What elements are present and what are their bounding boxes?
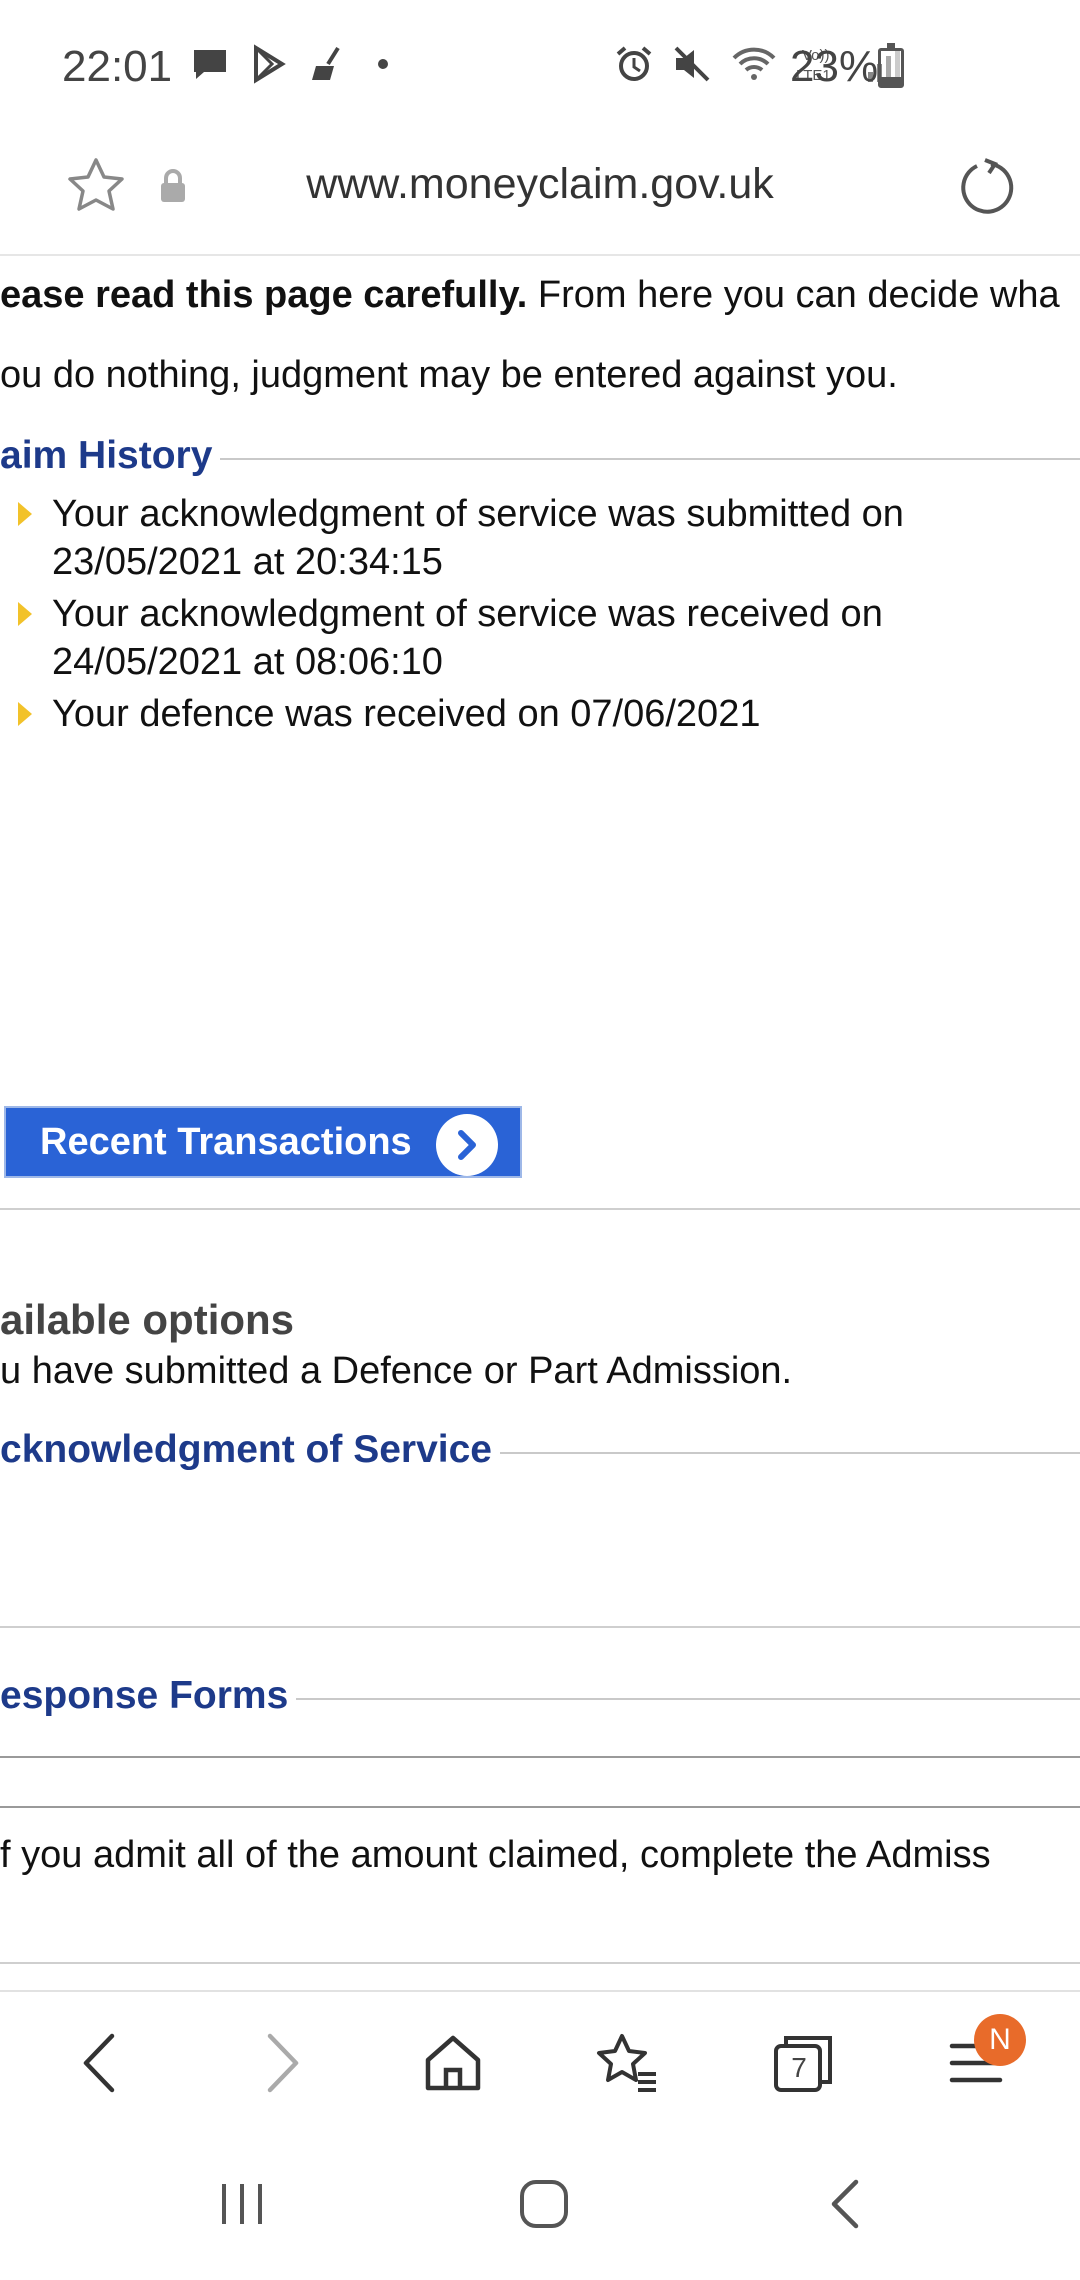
alarm-icon <box>614 44 654 84</box>
tabs-button[interactable]: 7 <box>770 2030 836 2101</box>
bullet-arrow-icon <box>18 602 32 626</box>
forward-button[interactable] <box>256 2030 306 2101</box>
web-content: ease read this page carefully. From here… <box>0 256 1080 1990</box>
intro-bold-text: ease read this page carefully. <box>0 274 528 316</box>
intro-line-1: ease read this page carefully. From here… <box>0 274 1060 317</box>
back-button[interactable] <box>76 2030 126 2101</box>
recent-transactions-button[interactable]: Recent Transactions <box>4 1106 522 1178</box>
response-forms-heading[interactable]: esponse Forms <box>0 1674 1080 1718</box>
intro-rest-text: From here you can decide wha <box>527 274 1060 316</box>
admit-instructions: f you admit all of the amount claimed, c… <box>0 1834 991 1876</box>
battery-icon <box>878 43 904 88</box>
battery-percent: 23% <box>790 42 879 91</box>
heading-rule <box>220 458 1080 460</box>
claim-history-title: aim History <box>0 434 213 477</box>
tab-count: 7 <box>791 2052 807 2083</box>
home-button[interactable] <box>420 2030 486 2101</box>
heading-rule <box>296 1698 1080 1700</box>
available-options-subtitle: u have submitted a Defence or Part Admis… <box>0 1350 793 1392</box>
divider <box>0 1962 1080 1964</box>
home-nav-button[interactable] <box>516 2176 572 2237</box>
url-text[interactable]: www.moneyclaim.gov.uk <box>0 160 1080 209</box>
claim-history-heading[interactable]: aim History <box>0 434 1080 478</box>
divider <box>0 1208 1080 1210</box>
reload-icon[interactable] <box>955 154 1015 223</box>
history-line: Your acknowledgment of service was recei… <box>52 593 883 635</box>
status-bar: 22:01 Vo)) LTE1 23% <box>0 0 1080 140</box>
available-options-title: ailable options <box>0 1296 295 1343</box>
history-line: Your acknowledgment of service was submi… <box>52 493 904 535</box>
chevron-right-icon <box>436 1114 498 1176</box>
back-nav-button[interactable] <box>820 2176 876 2237</box>
history-date: 23/05/2021 at 20:34:15 <box>52 541 443 583</box>
mute-icon <box>672 44 712 84</box>
browser-toolbar: 7 N <box>0 1990 1080 2140</box>
status-time: 22:01 <box>62 42 173 91</box>
notification-badge: N <box>974 2014 1026 2066</box>
broom-icon <box>308 44 348 84</box>
recent-apps-button[interactable] <box>214 2176 270 2237</box>
bullet-arrow-icon <box>18 702 32 726</box>
play-store-icon <box>250 44 288 84</box>
divider <box>0 1626 1080 1628</box>
recent-transactions-label: Recent Transactions <box>40 1120 412 1163</box>
ack-of-service-heading[interactable]: cknowledgment of Service <box>0 1428 1080 1472</box>
wifi-icon <box>730 44 778 84</box>
heading-rule <box>499 1452 1080 1454</box>
divider <box>0 1806 1080 1808</box>
bullet-arrow-icon <box>18 502 32 526</box>
bookmarks-button[interactable] <box>592 2030 662 2101</box>
intro-line-2: ou do nothing, judgment may be entered a… <box>0 354 898 396</box>
ack-of-service-title: cknowledgment of Service <box>0 1428 492 1471</box>
history-date: 24/05/2021 at 08:06:10 <box>52 641 443 683</box>
divider <box>0 1756 1080 1758</box>
dot-icon <box>368 44 398 84</box>
android-nav-bar <box>0 2140 1080 2280</box>
url-bar: www.moneyclaim.gov.uk <box>0 140 1080 256</box>
message-icon <box>190 44 230 84</box>
response-forms-title: esponse Forms <box>0 1674 289 1717</box>
history-line: Your defence was received on 07/06/2021 <box>52 693 761 735</box>
